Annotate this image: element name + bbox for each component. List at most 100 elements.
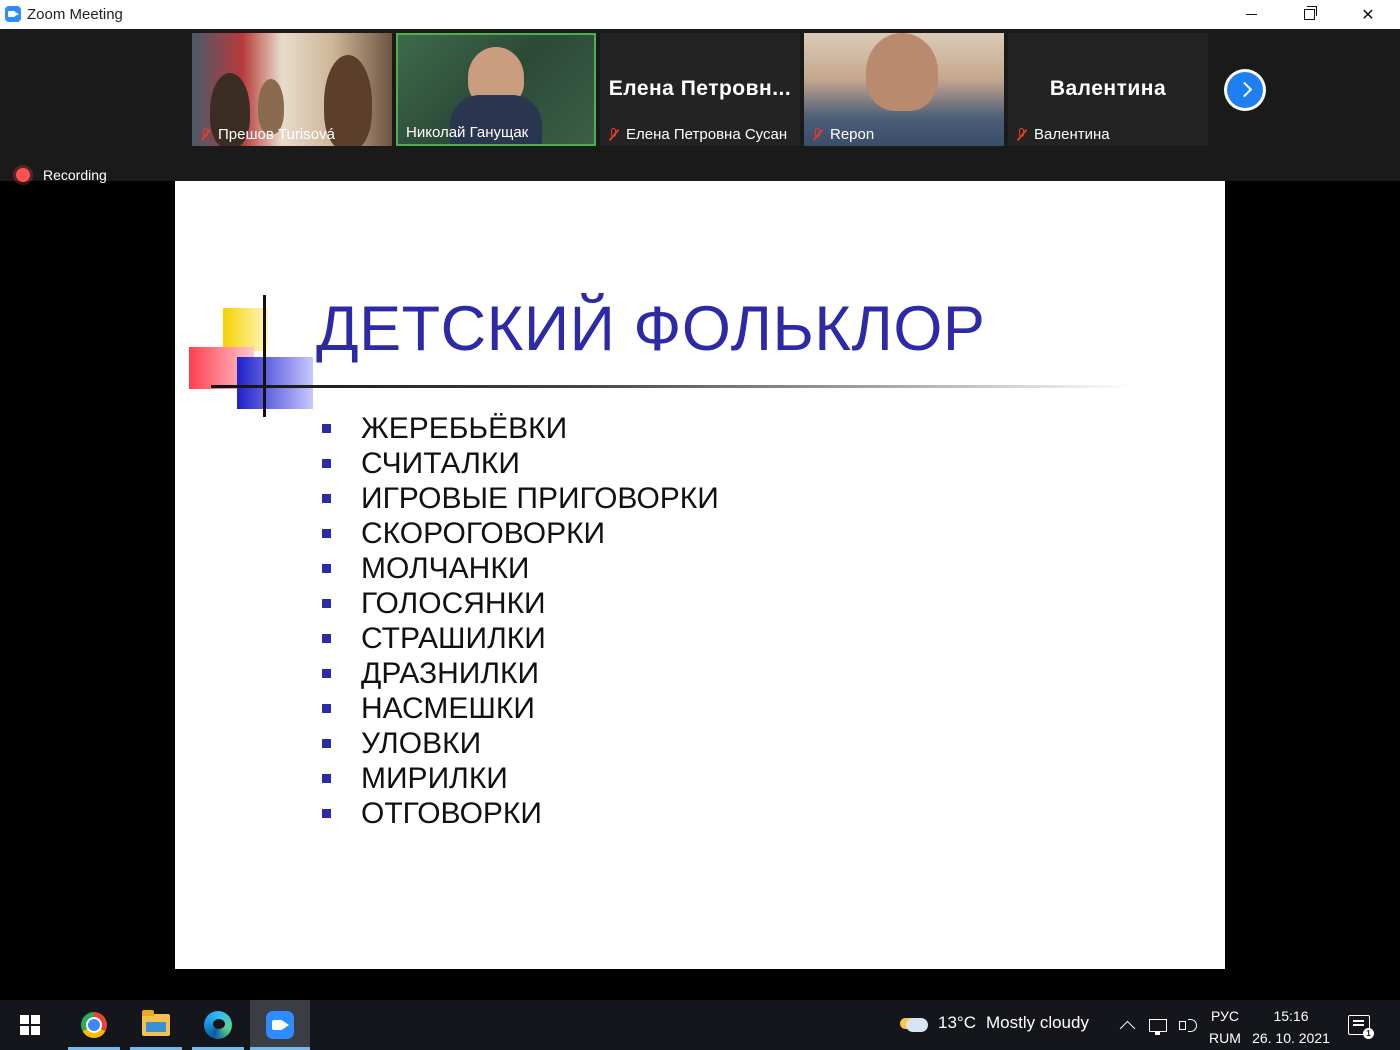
notification-icon: 1	[1348, 1015, 1374, 1039]
list-item: СЧИТАЛКИ	[322, 446, 719, 481]
taskbar-zoom[interactable]	[250, 1000, 310, 1050]
keyboard-layout: RUM	[1209, 1030, 1241, 1046]
bullet-icon	[322, 599, 331, 608]
participant-name: Елена Петровна Сусан	[626, 126, 788, 143]
taskbar-file-explorer[interactable]	[130, 1000, 182, 1050]
participant-name: Прешов Turisová	[218, 126, 335, 143]
list-item: НАСМЕШКИ	[322, 691, 719, 726]
taskbar-edge[interactable]	[192, 1000, 244, 1050]
edge-icon	[204, 1011, 232, 1039]
speaker-icon	[1179, 1017, 1197, 1033]
list-item: МИРИЛКИ	[322, 761, 719, 796]
show-hidden-icons-button[interactable]	[1116, 1000, 1138, 1050]
list-item-text: ДРАЗНИЛКИ	[361, 656, 540, 690]
recording-indicator[interactable]: Recording	[16, 167, 107, 183]
list-item-text: СТРАШИЛКИ	[361, 621, 546, 655]
shared-screen-slide: ДЕТСКИЙ ФОЛЬКЛОР ЖЕРЕБЬЁВКИ СЧИТАЛКИ ИГР…	[175, 181, 1225, 969]
slide-bullet-list: ЖЕРЕБЬЁВКИ СЧИТАЛКИ ИГРОВЫЕ ПРИГОВОРКИ С…	[322, 411, 719, 831]
mic-muted-icon	[608, 127, 620, 142]
list-item-text: ГОЛОСЯНКИ	[361, 586, 546, 620]
list-item: УЛОВКИ	[322, 726, 719, 761]
network-icon	[1149, 1018, 1167, 1035]
notifications-button[interactable]: 1	[1346, 1000, 1374, 1050]
zoom-app-icon	[5, 6, 21, 22]
list-item: ГОЛОСЯНКИ	[322, 586, 719, 621]
bullet-icon	[322, 809, 331, 818]
bullet-icon	[322, 774, 331, 783]
mic-muted-icon	[1016, 127, 1028, 142]
restore-button[interactable]	[1280, 0, 1338, 29]
participant-name: Repon	[830, 126, 875, 143]
list-item: ИГРОВЫЕ ПРИГОВОРКИ	[322, 481, 719, 516]
bullet-icon	[322, 739, 331, 748]
list-item: СТРАШИЛКИ	[322, 621, 719, 656]
list-item-text: СКОРОГОВОРКИ	[361, 516, 606, 550]
clock-date: 26. 10. 2021	[1252, 1030, 1330, 1046]
slide-title: ДЕТСКИЙ ФОЛЬКЛОР	[316, 294, 986, 364]
mic-muted-icon	[812, 127, 824, 142]
weather-condition: Mostly cloudy	[985, 1013, 1089, 1032]
list-item: ЖЕРЕБЬЁВКИ	[322, 411, 719, 446]
clock[interactable]: 15:16 26. 10. 2021	[1250, 1005, 1332, 1049]
window-title: Zoom Meeting	[27, 6, 123, 23]
minimize-button[interactable]	[1222, 0, 1280, 29]
decoration-square	[223, 308, 268, 351]
close-button[interactable]: ✕	[1339, 0, 1397, 29]
windows-logo-icon	[20, 1015, 40, 1035]
start-button[interactable]	[4, 1000, 56, 1050]
bullet-icon	[322, 424, 331, 433]
volume-button[interactable]	[1176, 1000, 1200, 1050]
recording-icon	[16, 168, 30, 182]
list-item-text: МОЛЧАНКИ	[361, 551, 530, 585]
folder-icon	[142, 1010, 170, 1036]
participant-display-name: Елена Петровн...	[608, 77, 792, 100]
language-indicator[interactable]: РУС RUM	[1207, 1005, 1243, 1049]
weather-widget[interactable]: 13°C Mostly cloudy	[900, 1013, 1089, 1033]
network-button[interactable]	[1146, 1000, 1170, 1050]
bullet-icon	[322, 634, 331, 643]
participant-display-name: Валентина	[1049, 77, 1167, 100]
list-item-text: МИРИЛКИ	[361, 761, 508, 795]
restore-icon	[1303, 6, 1317, 20]
participant-name: Валентина	[1034, 126, 1110, 143]
cloud-icon	[900, 1014, 928, 1032]
participant-tile[interactable]: Валентина Валентина	[1008, 33, 1208, 146]
list-item-text: СЧИТАЛКИ	[361, 446, 520, 480]
bullet-icon	[322, 564, 331, 573]
title-underline	[211, 385, 1131, 388]
close-icon: ✕	[1361, 6, 1375, 24]
decoration-square	[237, 357, 313, 409]
participant-tile-active-speaker[interactable]: Николай Ганущак	[396, 33, 596, 146]
participant-video	[866, 33, 938, 111]
taskbar-chrome[interactable]	[68, 1000, 120, 1050]
list-item: ДРАЗНИЛКИ	[322, 656, 719, 691]
zoom-icon	[266, 1011, 294, 1039]
mic-muted-icon	[200, 127, 212, 142]
bullet-icon	[322, 494, 331, 503]
taskbar: 13°C Mostly cloudy РУС RUM 15:16 26. 10.…	[0, 1000, 1400, 1050]
clock-time: 15:16	[1273, 1008, 1309, 1024]
recording-label: Recording	[43, 167, 107, 183]
bullet-icon	[322, 669, 331, 678]
bullet-icon	[322, 704, 331, 713]
title-bar: Zoom Meeting ✕	[0, 0, 1400, 29]
notification-count: 1	[1363, 1028, 1374, 1039]
language-code: РУС	[1210, 1008, 1240, 1024]
bullet-icon	[322, 459, 331, 468]
minimize-icon	[1245, 14, 1257, 15]
list-item-text: УЛОВКИ	[361, 726, 482, 760]
list-item-text: НАСМЕШКИ	[361, 691, 535, 725]
participant-tile[interactable]: Елена Петровн... Елена Петровна Сусан	[600, 33, 800, 146]
list-item: ОТГОВОРКИ	[322, 796, 719, 831]
next-participants-button[interactable]	[1224, 69, 1266, 111]
weather-temp: 13°C	[938, 1013, 976, 1032]
slide-decoration	[189, 295, 319, 417]
video-strip: Прешов Turisová Николай Ганущак Елена Пе…	[0, 29, 1400, 183]
list-item: МОЛЧАНКИ	[322, 551, 719, 586]
bullet-icon	[322, 529, 331, 538]
participant-tile[interactable]: Прешов Turisová	[192, 33, 392, 146]
participant-tile[interactable]: Repon	[804, 33, 1004, 146]
list-item-text: ОТГОВОРКИ	[361, 796, 542, 830]
participant-name: Николай Ганущак	[406, 124, 529, 141]
decoration-line	[263, 295, 266, 417]
